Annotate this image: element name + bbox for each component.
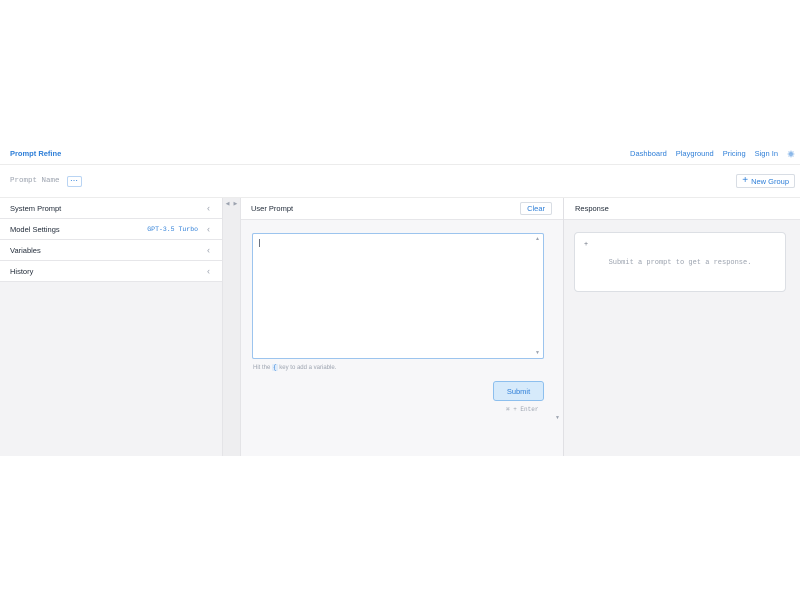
- response-title: Response: [575, 204, 609, 213]
- sidebar-item-label: Variables: [10, 245, 41, 255]
- more-options-button[interactable]: ⋯: [66, 175, 82, 187]
- collapse-left-icon[interactable]: ◀: [226, 201, 230, 456]
- user-prompt-panel: User Prompt Clear ▲ ▼ Hit the { key to a…: [241, 198, 564, 456]
- sidebar-item-variables[interactable]: Variables ‹: [0, 240, 222, 261]
- clear-button[interactable]: Clear: [520, 202, 552, 215]
- nav-dashboard-link[interactable]: Dashboard: [630, 149, 667, 158]
- submit-button[interactable]: Submit: [493, 381, 544, 401]
- nav-pricing-link[interactable]: Pricing: [723, 149, 746, 158]
- prompt-name-group: Prompt Name ⋯: [10, 175, 82, 187]
- sidebar-item-history[interactable]: History ‹: [0, 261, 222, 282]
- nav-links: Dashboard Playground Pricing Sign In: [630, 149, 795, 158]
- response-panel: Response + Submit a prompt to get a resp…: [564, 198, 800, 456]
- submit-shortcut-hint: ⌘ + Enter: [506, 406, 539, 413]
- scroll-up-arrow-icon[interactable]: ▲: [535, 236, 540, 242]
- top-navigation: Prompt Refine Dashboard Playground Prici…: [0, 143, 800, 165]
- settings-sidebar: System Prompt ‹ Model Settings GPT-3.5 T…: [0, 198, 223, 456]
- chevron-left-icon: ‹: [207, 244, 210, 255]
- new-group-label: New Group: [751, 176, 789, 186]
- panel-resize-handle[interactable]: ◀ ▶: [223, 198, 241, 456]
- chevron-left-icon: ‹: [207, 265, 210, 276]
- model-name-value: GPT-3.5 Turbo: [147, 225, 198, 233]
- nav-playground-link[interactable]: Playground: [676, 149, 714, 158]
- sparkle-icon: +: [584, 241, 589, 248]
- sidebar-item-label: Model Settings: [10, 224, 60, 234]
- scroll-down-arrow-icon[interactable]: ▼: [535, 350, 540, 356]
- response-placeholder: Submit a prompt to get a response.: [608, 259, 752, 267]
- chevron-left-icon: ‹: [207, 223, 210, 234]
- sidebar-item-system-prompt[interactable]: System Prompt ‹: [0, 198, 222, 219]
- response-header: Response: [564, 198, 800, 220]
- user-prompt-header: User Prompt Clear: [241, 198, 563, 220]
- scroll-down-arrow-icon[interactable]: ▼: [555, 415, 560, 421]
- sidebar-item-label: System Prompt: [10, 203, 62, 213]
- variable-key-badge: {: [272, 364, 278, 371]
- app-window: Prompt Refine Dashboard Playground Prici…: [0, 143, 800, 456]
- response-card: + Submit a prompt to get a response.: [574, 232, 786, 292]
- new-group-button[interactable]: + New Group: [736, 174, 795, 188]
- variable-hint: Hit the { key to add a variable.: [253, 364, 337, 371]
- prompt-name-field[interactable]: Prompt Name: [10, 177, 60, 185]
- gear-icon[interactable]: [787, 150, 795, 158]
- app-title[interactable]: Prompt Refine: [10, 149, 61, 158]
- chevron-left-icon: ‹: [207, 202, 210, 213]
- nav-sign-in-link[interactable]: Sign In: [755, 149, 778, 158]
- user-prompt-title: User Prompt: [251, 204, 294, 213]
- plus-icon: +: [742, 175, 749, 186]
- sidebar-item-label: History: [10, 266, 34, 276]
- text-caret: [259, 239, 260, 247]
- main-area: System Prompt ‹ Model Settings GPT-3.5 T…: [0, 198, 800, 456]
- collapse-right-icon[interactable]: ▶: [234, 201, 238, 456]
- user-prompt-input[interactable]: ▲ ▼: [252, 233, 544, 359]
- sidebar-item-model-settings[interactable]: Model Settings GPT-3.5 Turbo ‹: [0, 219, 222, 240]
- prompt-toolbar: Prompt Name ⋯ + New Group: [0, 165, 800, 198]
